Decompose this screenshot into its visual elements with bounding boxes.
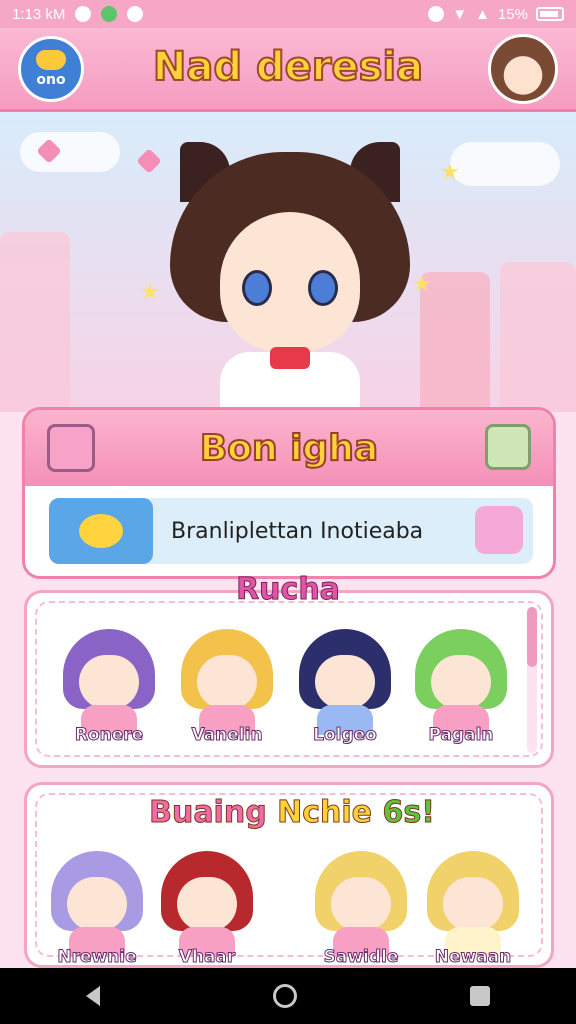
banner-thumbnail bbox=[49, 498, 153, 564]
gameboy-icon[interactable] bbox=[485, 424, 531, 470]
feature-panel: Bon igha Branliplettan Inotieaba bbox=[22, 407, 556, 579]
eye-left bbox=[242, 270, 272, 306]
character-face bbox=[197, 655, 257, 709]
castle-decoration bbox=[0, 232, 70, 412]
recent-apps-icon[interactable] bbox=[469, 986, 490, 1006]
character-card[interactable]: Newaan bbox=[423, 841, 523, 971]
character-name: Ronere bbox=[74, 725, 144, 746]
alarm-icon bbox=[428, 6, 445, 22]
wifi-icon: ▼ bbox=[452, 5, 468, 23]
plush-icon[interactable] bbox=[475, 506, 523, 554]
banner-text: Branliplettan Inotieaba bbox=[171, 518, 424, 544]
character-name: Nrewnie bbox=[57, 947, 137, 968]
star-icon: ★ bbox=[140, 280, 160, 305]
character-face bbox=[67, 877, 127, 931]
section2-title: Buaing Nchie 6s! bbox=[27, 795, 557, 831]
character-roster-card: Ronere Vanelin Lolgeo Pagaln bbox=[24, 590, 554, 768]
character-card[interactable]: Vanelin bbox=[177, 619, 277, 749]
character-face bbox=[79, 655, 139, 709]
cloud-decoration bbox=[450, 142, 560, 186]
character-face bbox=[431, 655, 491, 709]
section-title: Rucha bbox=[236, 572, 341, 608]
scrollbar[interactable] bbox=[527, 607, 537, 753]
character-name: Vanelin bbox=[191, 725, 263, 746]
line-app-icon bbox=[101, 6, 118, 22]
book-icon[interactable] bbox=[47, 424, 95, 472]
character-card[interactable]: Sawidle bbox=[311, 841, 411, 971]
app-header: ono Nad deresia bbox=[0, 28, 576, 112]
character-name: Vhaar bbox=[178, 947, 236, 968]
back-icon[interactable] bbox=[86, 986, 101, 1006]
battery-percent: 15% bbox=[497, 5, 528, 23]
hero-scene: ★ ★ ★ bbox=[0, 112, 576, 412]
hero-character bbox=[170, 142, 410, 412]
star-icon: ★ bbox=[412, 272, 432, 297]
title-part: Nchie bbox=[277, 795, 373, 831]
feature-banner[interactable]: Branliplettan Inotieaba bbox=[49, 498, 533, 564]
character-name: Lolgeo bbox=[313, 725, 378, 746]
battery-icon bbox=[536, 7, 564, 21]
character-card[interactable]: Ronere bbox=[59, 619, 159, 749]
title-part: 6s! bbox=[382, 795, 435, 831]
character-name: Newaan bbox=[434, 947, 512, 968]
system-nav-bar bbox=[0, 968, 576, 1024]
eye-right bbox=[308, 270, 338, 306]
character-face bbox=[177, 877, 237, 931]
bow-tie bbox=[270, 347, 310, 369]
character-card[interactable]: Pagaln bbox=[411, 619, 511, 749]
new-characters-card: Buaing Nchie 6s! Nrewnie Vhaar Sawidle N… bbox=[24, 782, 554, 968]
play-icon bbox=[127, 6, 144, 22]
profile-avatar[interactable] bbox=[488, 34, 558, 104]
cloud-decoration bbox=[20, 132, 120, 172]
character-face bbox=[443, 877, 503, 931]
character-card[interactable]: Nrewnie bbox=[47, 841, 147, 971]
star-icon: ★ bbox=[440, 160, 460, 185]
heart-decoration-icon bbox=[136, 148, 162, 174]
feature-header: Bon igha bbox=[25, 410, 553, 486]
character-name: Sawidle bbox=[323, 947, 399, 968]
signal-icon: ▲ bbox=[475, 5, 490, 23]
character-face bbox=[331, 877, 391, 931]
castle-decoration bbox=[500, 262, 576, 412]
character-name: Pagaln bbox=[428, 725, 494, 746]
feature-title: Bon igha bbox=[199, 427, 379, 470]
wink-face-icon bbox=[79, 514, 123, 548]
home-icon[interactable] bbox=[272, 984, 297, 1008]
character-face bbox=[220, 212, 360, 352]
character-card[interactable]: Lolgeo bbox=[295, 619, 395, 749]
notification-icon bbox=[75, 6, 92, 22]
status-time: 1:13 kM bbox=[12, 5, 66, 23]
character-card[interactable]: Vhaar bbox=[157, 841, 257, 971]
title-part: Buaing bbox=[149, 795, 268, 831]
status-bar: 1:13 kM ▼ ▲ 15% bbox=[0, 0, 576, 28]
character-face bbox=[315, 655, 375, 709]
